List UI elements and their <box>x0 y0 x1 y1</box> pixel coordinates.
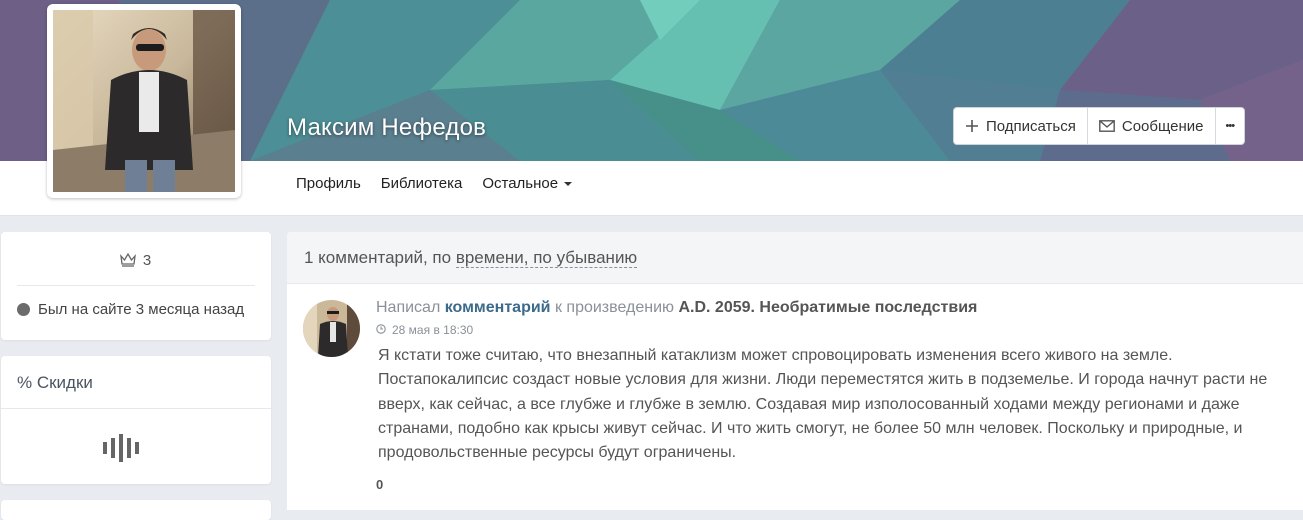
tab-profile[interactable]: Профиль <box>296 175 361 192</box>
profile-actions: Подписаться Сообщение ••• <box>953 107 1246 145</box>
stats-divider <box>17 285 255 286</box>
user-rank: 3 <box>0 252 270 271</box>
subscribe-label: Подписаться <box>986 117 1076 135</box>
comment-votes[interactable]: 0 <box>376 477 383 492</box>
message-button[interactable]: Сообщение <box>1088 108 1216 144</box>
comment-text: Я кстати тоже считаю, что внезапный ката… <box>378 347 1268 462</box>
envelope-icon <box>1098 120 1115 132</box>
work-title-link[interactable]: A.D. 2059. Необратимые последствия <box>678 299 977 316</box>
tab-library[interactable]: Библиотека <box>381 175 463 192</box>
message-label: Сообщение <box>1121 117 1204 135</box>
tab-more-label: Остальное <box>482 175 559 192</box>
profile-tabs: Профиль Библиотека Остальное <box>296 175 592 192</box>
offline-dot-icon <box>17 303 30 316</box>
more-actions-label: ••• <box>1225 120 1236 132</box>
tab-more-dropdown[interactable]: Остальное <box>482 175 573 192</box>
sort-toggle[interactable]: времени, по убыванию <box>455 248 638 268</box>
comment-prefix: Написал <box>376 299 445 316</box>
comments-count: 1 комментарий, по <box>304 248 456 267</box>
subscribe-button[interactable]: Подписаться <box>954 108 1088 144</box>
loading-spinner-icon <box>103 434 139 462</box>
discounts-divider <box>1 408 271 409</box>
clock-icon <box>376 323 386 337</box>
discounts-title: % Скидки <box>17 373 93 392</box>
comment-link[interactable]: комментарий <box>445 299 551 316</box>
comment-author-avatar[interactable] <box>303 300 360 357</box>
last-seen-text: Был на сайте 3 месяца назад <box>38 301 245 318</box>
user-stats-card <box>1 232 271 340</box>
rank-value: 3 <box>142 252 152 269</box>
comment-date: 28 мая в 18:30 <box>376 323 473 337</box>
last-seen-status: Был на сайте 3 месяца назад <box>17 301 244 318</box>
comments-sort: 1 комментарий, по времени, по убыванию <box>304 248 638 268</box>
profile-name: Максим Нефедов <box>287 114 487 141</box>
comment-body: Я кстати тоже считаю, что внезапный ката… <box>378 344 1278 465</box>
caret-down-icon <box>564 182 573 187</box>
comment-date-text: 28 мая в 18:30 <box>392 323 474 337</box>
more-actions-button[interactable]: ••• <box>1216 108 1245 144</box>
profile-avatar[interactable] <box>47 4 241 198</box>
comment-meta: Написал комментарий к произведению A.D. … <box>376 299 977 317</box>
comment-middle: к произведению <box>550 299 679 316</box>
sidebar-card <box>1 500 271 520</box>
plus-icon <box>965 119 979 133</box>
avatar-photo <box>53 10 235 192</box>
crown-icon <box>119 252 137 271</box>
